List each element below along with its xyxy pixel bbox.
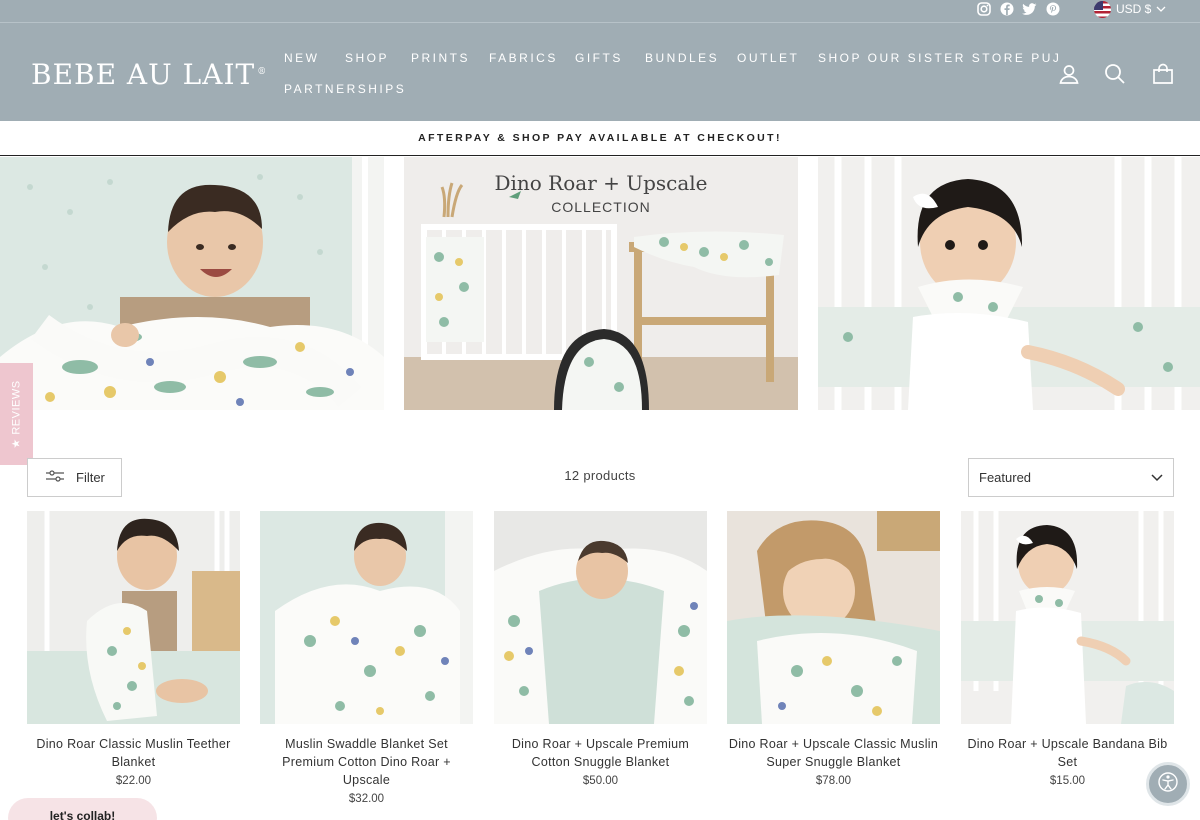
nav-partnerships[interactable]: PARTNERSHIPS bbox=[284, 82, 406, 96]
announcement-bar: AFTERPAY & SHOP PAY AVAILABLE AT CHECKOU… bbox=[0, 121, 1200, 156]
chevron-down-icon bbox=[1156, 2, 1166, 16]
product-card[interactable]: Dino Roar Classic Muslin Teether Blanket… bbox=[27, 511, 240, 787]
hero-collection-title: Dino Roar + Upscale bbox=[494, 171, 708, 195]
product-price: $78.00 bbox=[815, 775, 852, 787]
product-price: $15.00 bbox=[1049, 775, 1086, 787]
product-count: 12 products bbox=[564, 468, 636, 483]
filter-icon bbox=[46, 470, 64, 485]
product-image[interactable] bbox=[260, 511, 473, 724]
product-image[interactable] bbox=[961, 511, 1174, 724]
facebook-icon[interactable] bbox=[999, 2, 1014, 17]
nav-new[interactable]: NEW bbox=[284, 51, 320, 65]
search-icon[interactable] bbox=[1104, 63, 1126, 85]
nav-fabrics[interactable]: FABRICS bbox=[489, 51, 558, 65]
collab-label: let's collab! bbox=[49, 809, 116, 820]
product-price: $22.00 bbox=[115, 775, 152, 787]
product-title[interactable]: Dino Roar + Upscale Classic Muslin Super… bbox=[727, 735, 940, 771]
nav-bundles[interactable]: BUNDLES bbox=[645, 51, 719, 65]
twitter-icon[interactable] bbox=[1022, 2, 1037, 17]
product-price: $50.00 bbox=[582, 775, 619, 787]
collab-button[interactable]: let's collab! bbox=[8, 798, 157, 820]
hero-image-toddler-bib[interactable] bbox=[818, 157, 1200, 410]
filter-button[interactable]: Filter bbox=[27, 458, 122, 497]
product-image[interactable] bbox=[727, 511, 940, 724]
product-card[interactable]: Muslin Swaddle Blanket Set Premium Cotto… bbox=[260, 511, 473, 805]
nav-gifts[interactable]: GIFTS bbox=[575, 51, 623, 65]
top-utility-bar: USD $ bbox=[0, 0, 1200, 22]
registered-mark: ® bbox=[257, 66, 268, 77]
product-card[interactable]: Dino Roar + Upscale Classic Muslin Super… bbox=[727, 511, 940, 787]
user-icon[interactable] bbox=[1058, 63, 1080, 85]
logo-text: BEBE AU LAIT bbox=[31, 58, 256, 91]
nav-shop[interactable]: SHOP bbox=[345, 51, 389, 65]
us-flag-icon bbox=[1094, 0, 1111, 18]
product-title[interactable]: Dino Roar Classic Muslin Teether Blanket bbox=[27, 735, 240, 771]
product-title[interactable]: Muslin Swaddle Blanket Set Premium Cotto… bbox=[260, 735, 473, 789]
currency-selector[interactable]: USD $ bbox=[1094, 0, 1166, 18]
nav-prints[interactable]: PRINTS bbox=[411, 51, 470, 65]
announcement-text: AFTERPAY & SHOP PAY AVAILABLE AT CHECKOU… bbox=[418, 132, 782, 144]
hero-image-baby-swaddle[interactable] bbox=[0, 157, 384, 410]
pinterest-icon[interactable] bbox=[1045, 2, 1060, 17]
accessibility-button[interactable] bbox=[1146, 762, 1190, 806]
instagram-icon[interactable] bbox=[976, 2, 991, 17]
currency-label: USD $ bbox=[1116, 2, 1152, 16]
product-card[interactable]: Dino Roar + Upscale Bandana Bib Set $15.… bbox=[961, 511, 1174, 787]
site-header: BEBE AU LAIT ® NEW SHOP PRINTS FABRICS GI… bbox=[0, 22, 1200, 121]
product-image[interactable] bbox=[494, 511, 707, 724]
chevron-down-icon bbox=[1151, 471, 1163, 486]
sort-value: Featured bbox=[979, 470, 1032, 485]
sort-select[interactable]: Featured bbox=[968, 458, 1174, 497]
hero-collection-subtitle: COLLECTION bbox=[551, 199, 651, 215]
filter-label: Filter bbox=[76, 470, 105, 485]
social-links bbox=[976, 0, 1060, 18]
product-title[interactable]: Dino Roar + Upscale Premium Cotton Snugg… bbox=[494, 735, 707, 771]
product-card[interactable]: Dino Roar + Upscale Premium Cotton Snugg… bbox=[494, 511, 707, 787]
accessibility-icon bbox=[1157, 771, 1179, 798]
hero-banner-collection[interactable]: Dino Roar + Upscale COLLECTION bbox=[404, 157, 798, 410]
product-price: $32.00 bbox=[348, 793, 385, 805]
nav-outlet[interactable]: OUTLET bbox=[737, 51, 799, 65]
reviews-tab[interactable]: ★ REVIEWS bbox=[0, 363, 33, 465]
product-title[interactable]: Dino Roar + Upscale Bandana Bib Set bbox=[961, 735, 1174, 771]
nav-sister-store[interactable]: SHOP OUR SISTER STORE PUJ bbox=[818, 51, 1061, 65]
cart-icon[interactable] bbox=[1152, 63, 1174, 85]
reviews-tab-label: ★ REVIEWS bbox=[11, 379, 23, 449]
product-image[interactable] bbox=[27, 511, 240, 724]
site-logo[interactable]: BEBE AU LAIT ® bbox=[31, 58, 267, 91]
